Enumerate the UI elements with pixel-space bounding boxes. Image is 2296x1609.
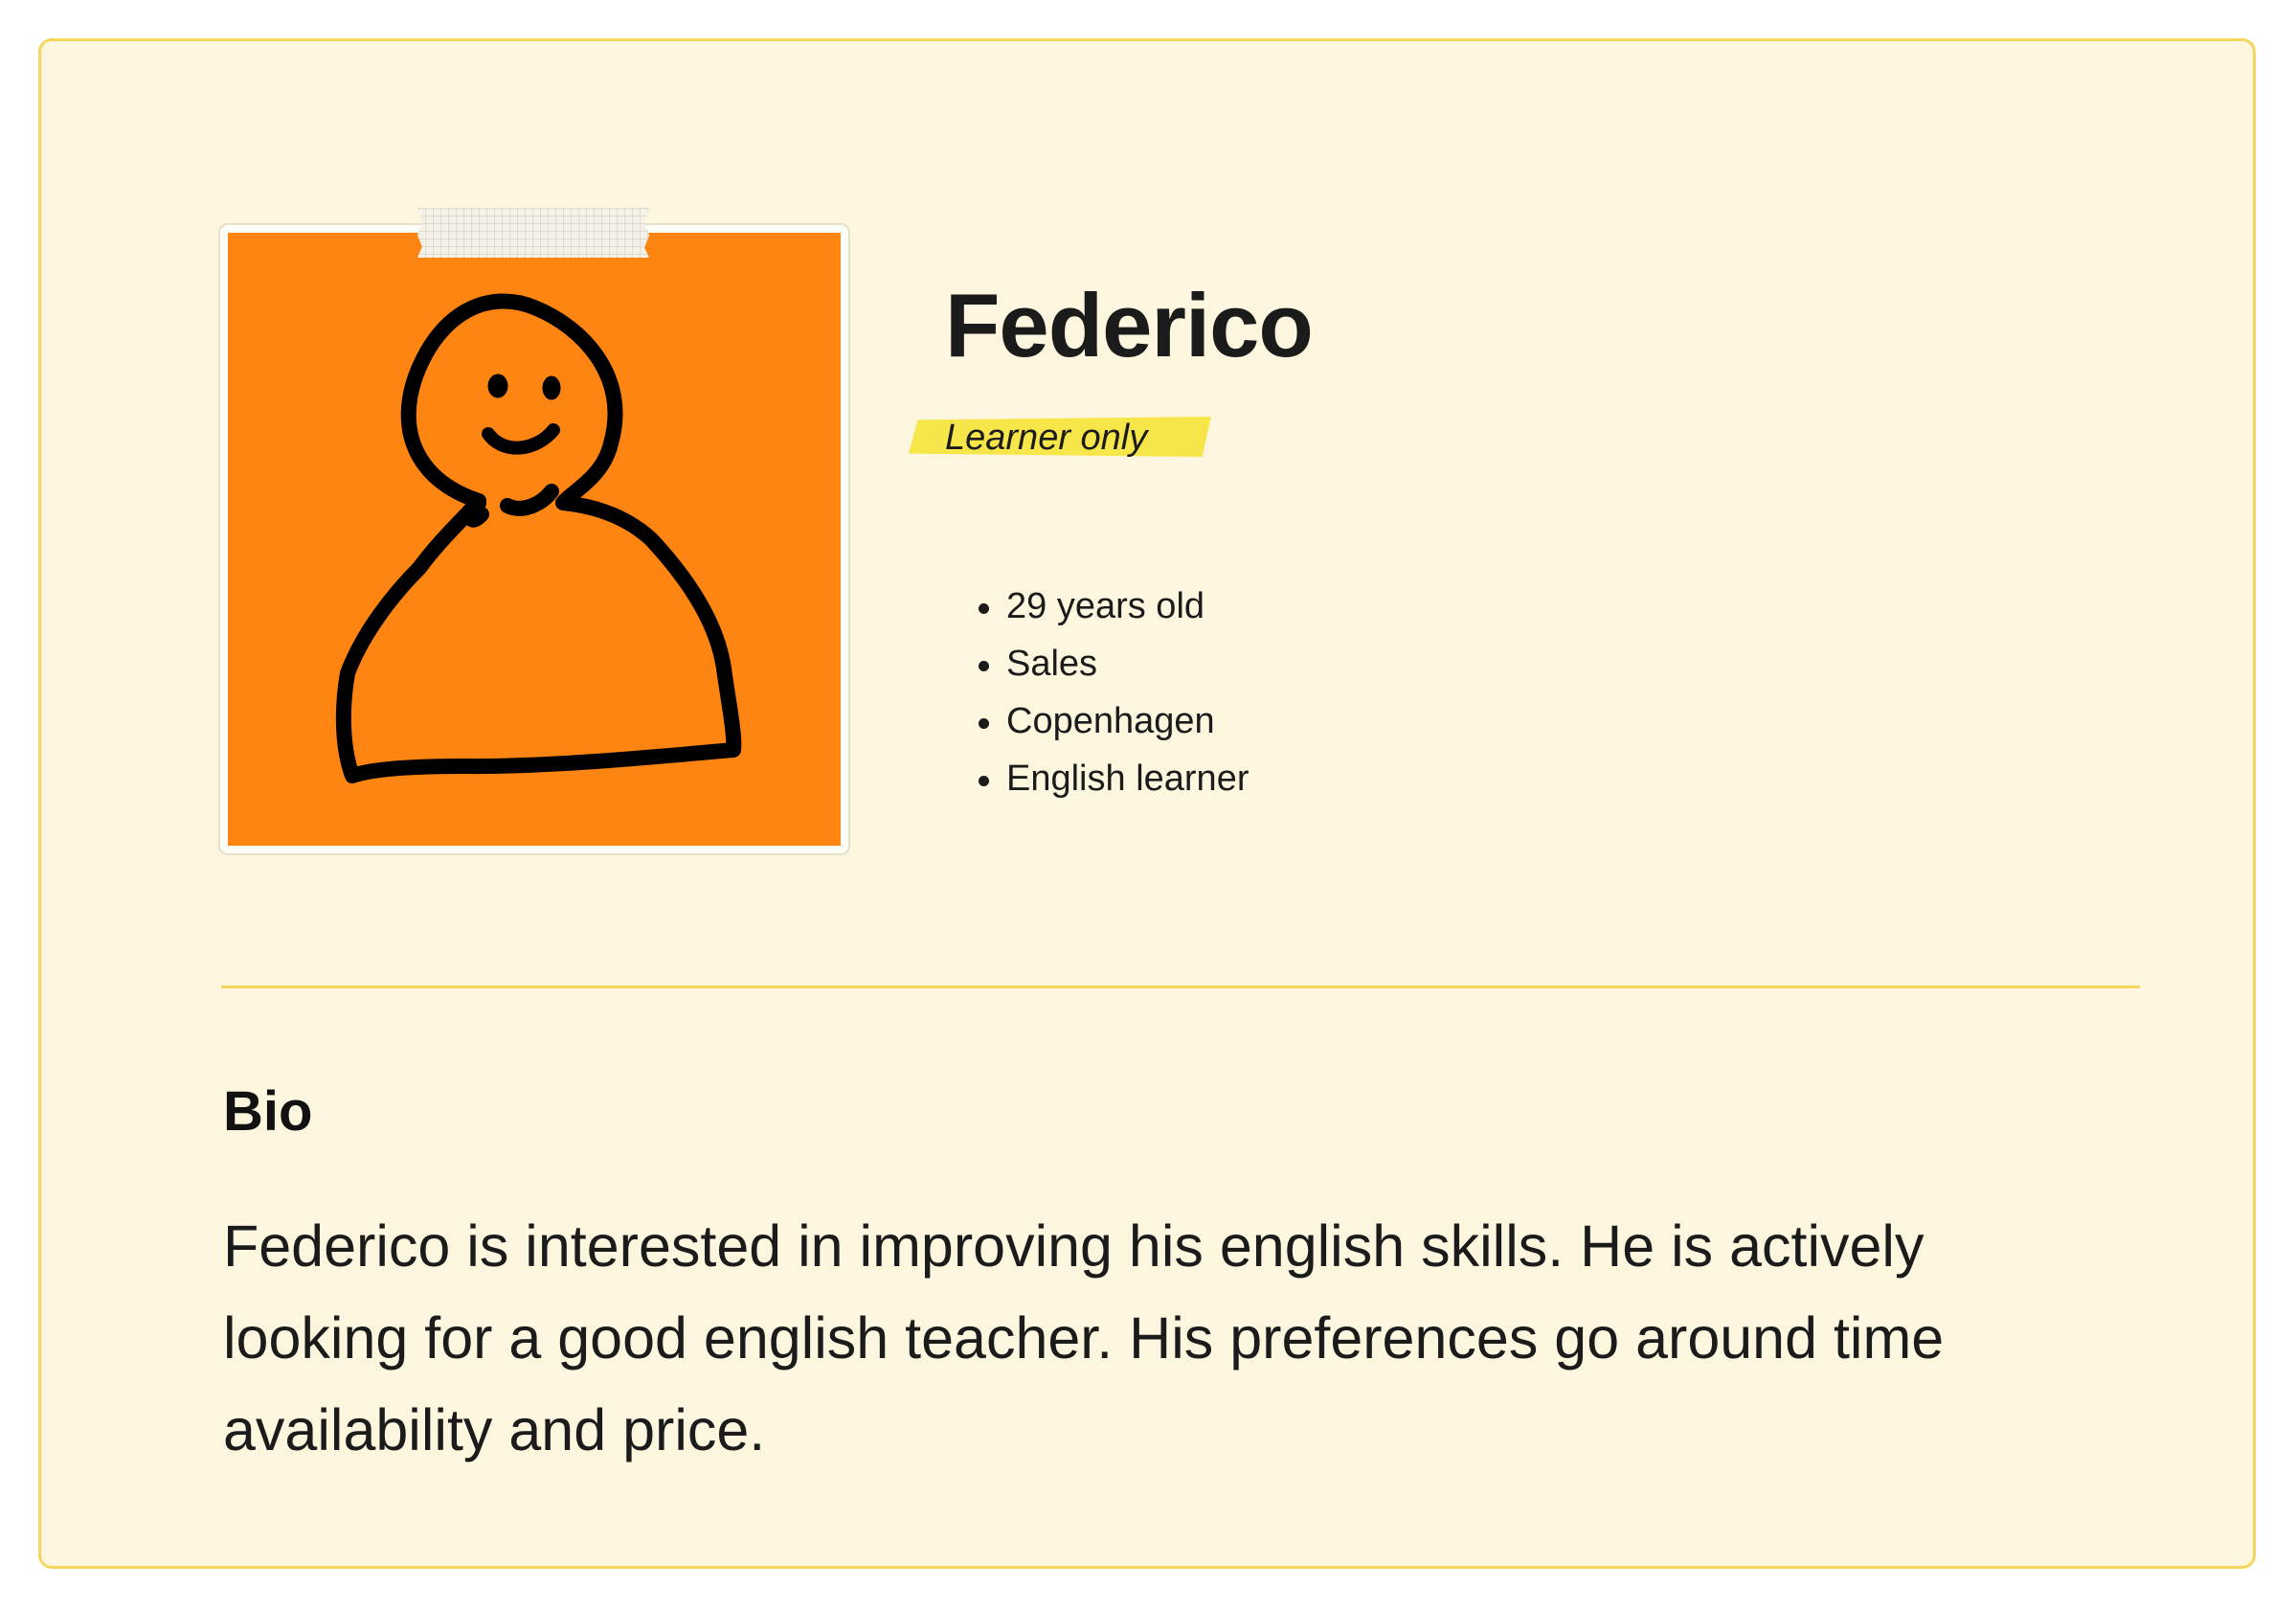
avatar-polaroid bbox=[218, 223, 850, 855]
doodle-person-icon bbox=[335, 293, 742, 783]
profile-card: Federico Learner only 29 years old Sales… bbox=[38, 38, 2256, 1569]
fact-age: 29 years old bbox=[978, 578, 1249, 635]
fact-language: English learner bbox=[978, 750, 1249, 807]
profile-name: Federico bbox=[945, 275, 1314, 375]
bio-text: Federico is interested in improving his … bbox=[223, 1213, 1945, 1462]
bio-heading: Bio bbox=[223, 1080, 313, 1143]
section-divider bbox=[221, 986, 2140, 988]
tape-decoration bbox=[417, 208, 649, 258]
fact-location: Copenhagen bbox=[978, 692, 1249, 750]
role-badge: Learner only bbox=[909, 417, 1211, 457]
avatar bbox=[228, 233, 841, 846]
profile-facts: 29 years old Sales Copenhagen English le… bbox=[978, 578, 1249, 807]
fact-occupation: Sales bbox=[978, 635, 1249, 692]
badge-label: Learner only bbox=[945, 418, 1148, 458]
